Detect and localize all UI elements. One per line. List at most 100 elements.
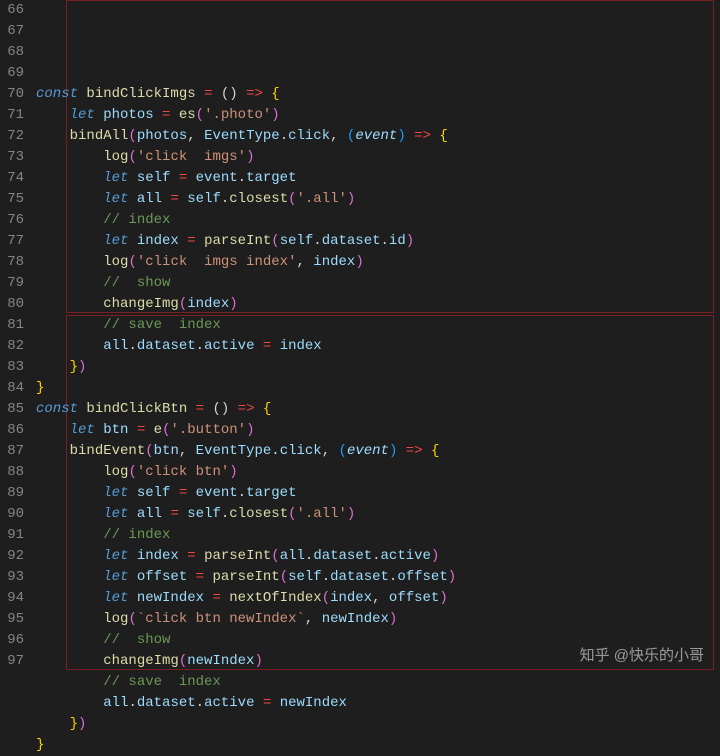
code-line[interactable]: let photos = es('.photo') bbox=[30, 105, 720, 126]
code-line[interactable]: let btn = e('.button') bbox=[30, 420, 720, 441]
token-op: = bbox=[263, 695, 271, 711]
line-number: 80 bbox=[4, 294, 24, 315]
token-param: event bbox=[355, 128, 397, 144]
token-cmt: // show bbox=[103, 632, 170, 648]
token-punct bbox=[254, 401, 262, 417]
code-line[interactable]: }) bbox=[30, 357, 720, 378]
code-line[interactable]: // show bbox=[30, 273, 720, 294]
code-line[interactable]: let index = parseInt(self.dataset.id) bbox=[30, 231, 720, 252]
token-kw-let: let bbox=[103, 569, 137, 585]
token-cmt: // index bbox=[103, 527, 170, 543]
code-line[interactable]: log('click imgs') bbox=[30, 147, 720, 168]
token-str: 'click imgs' bbox=[137, 149, 246, 165]
token-paren: ( bbox=[271, 233, 279, 249]
code-line[interactable]: log('click imgs index', index) bbox=[30, 252, 720, 273]
code-line[interactable]: let newIndex = nextOfIndex(index, offset… bbox=[30, 588, 720, 609]
code-line[interactable]: let all = self.closest('.all') bbox=[30, 189, 720, 210]
token-kw-let: let bbox=[70, 107, 104, 123]
token-paren: ( bbox=[288, 191, 296, 207]
token-paren: ( bbox=[128, 149, 136, 165]
token-var: index bbox=[313, 254, 355, 270]
code-line[interactable]: let self = event.target bbox=[30, 483, 720, 504]
token-punct bbox=[196, 548, 204, 564]
token-paren: ( bbox=[128, 254, 136, 270]
token-punct: . bbox=[381, 233, 389, 249]
token-punct bbox=[128, 422, 136, 438]
code-line[interactable]: all.dataset.active = newIndex bbox=[30, 693, 720, 714]
token-var: index bbox=[280, 338, 322, 354]
code-line[interactable]: const bindClickImgs = () => { bbox=[30, 84, 720, 105]
token-punct bbox=[36, 716, 70, 732]
code-area[interactable]: const bindClickImgs = () => { let photos… bbox=[30, 0, 720, 680]
token-curly: } bbox=[36, 380, 44, 396]
code-line[interactable]: bindEvent(btn, EventType.click, (event) … bbox=[30, 441, 720, 462]
code-line[interactable]: log('click btn') bbox=[30, 462, 720, 483]
code-line[interactable]: changeImg(index) bbox=[30, 294, 720, 315]
token-punct bbox=[36, 695, 103, 711]
token-curly: { bbox=[271, 86, 279, 102]
token-op: = bbox=[187, 548, 195, 564]
token-punct bbox=[397, 443, 405, 459]
token-punct: () bbox=[204, 401, 238, 417]
code-line[interactable]: }) bbox=[30, 714, 720, 735]
token-punct: , bbox=[296, 254, 313, 270]
token-paren: ) bbox=[271, 107, 279, 123]
token-cmt: // save index bbox=[103, 674, 221, 690]
token-var: all bbox=[103, 338, 128, 354]
token-paren: ( bbox=[288, 506, 296, 522]
line-number: 74 bbox=[4, 168, 24, 189]
line-number: 78 bbox=[4, 252, 24, 273]
token-str: 'click imgs index' bbox=[137, 254, 297, 270]
token-punct bbox=[36, 506, 103, 522]
code-line[interactable]: let all = self.closest('.all') bbox=[30, 504, 720, 525]
token-punct bbox=[271, 338, 279, 354]
token-punct: . bbox=[271, 443, 279, 459]
line-number: 69 bbox=[4, 63, 24, 84]
token-punct bbox=[423, 443, 431, 459]
code-line[interactable]: all.dataset.active = index bbox=[30, 336, 720, 357]
code-line[interactable]: // show bbox=[30, 630, 720, 651]
token-op: => bbox=[238, 401, 255, 417]
token-punct: . bbox=[238, 485, 246, 501]
code-line[interactable]: } bbox=[30, 378, 720, 399]
token-punct bbox=[170, 107, 178, 123]
line-number: 81 bbox=[4, 315, 24, 336]
token-punct bbox=[36, 359, 70, 375]
token-kw-const: const bbox=[36, 86, 86, 102]
code-line[interactable]: log(`click btn newIndex`, newIndex) bbox=[30, 609, 720, 630]
token-op: => bbox=[406, 443, 423, 459]
token-fn-call: parseInt bbox=[204, 233, 271, 249]
line-number: 86 bbox=[4, 420, 24, 441]
line-number: 72 bbox=[4, 126, 24, 147]
code-line[interactable]: // save index bbox=[30, 315, 720, 336]
line-number: 67 bbox=[4, 21, 24, 42]
token-prop: offset bbox=[397, 569, 447, 585]
token-var: offset bbox=[137, 569, 187, 585]
token-paren: ) bbox=[439, 590, 447, 606]
token-var: all bbox=[137, 506, 162, 522]
token-paren: ) bbox=[229, 464, 237, 480]
token-paren: ( bbox=[128, 464, 136, 480]
token-var: index bbox=[187, 296, 229, 312]
token-punct bbox=[179, 233, 187, 249]
token-kw-let: let bbox=[103, 191, 137, 207]
code-line[interactable]: // index bbox=[30, 525, 720, 546]
code-line[interactable]: // index bbox=[30, 210, 720, 231]
code-line[interactable]: bindAll(photos, EventType.click, (event)… bbox=[30, 126, 720, 147]
code-line[interactable]: let index = parseInt(all.dataset.active) bbox=[30, 546, 720, 567]
token-str: `click btn newIndex` bbox=[137, 611, 305, 627]
code-line[interactable]: let offset = parseInt(self.dataset.offse… bbox=[30, 567, 720, 588]
code-line[interactable]: let self = event.target bbox=[30, 168, 720, 189]
code-line[interactable]: changeImg(newIndex) bbox=[30, 651, 720, 672]
code-line[interactable]: const bindClickBtn = () => { bbox=[30, 399, 720, 420]
code-editor: 6667686970717273747576777879808182838485… bbox=[0, 0, 720, 680]
code-line[interactable]: // save index bbox=[30, 672, 720, 693]
token-var: index bbox=[137, 233, 179, 249]
token-paren: ( bbox=[128, 611, 136, 627]
line-number: 92 bbox=[4, 546, 24, 567]
line-number: 73 bbox=[4, 147, 24, 168]
token-prop: dataset bbox=[313, 548, 372, 564]
code-line[interactable]: } bbox=[30, 735, 720, 756]
token-punct bbox=[187, 401, 195, 417]
token-punct bbox=[187, 485, 195, 501]
